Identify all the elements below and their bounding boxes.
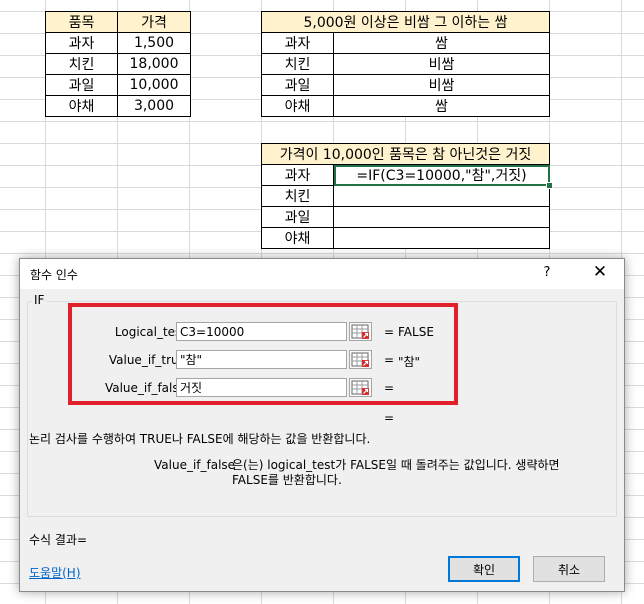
header-price[interactable]: 가격 (117, 11, 191, 33)
highlight-box (68, 303, 458, 405)
dialog-title: 함수 인수 (30, 268, 78, 282)
active-formula-cell[interactable]: =IF(C3=10000,"참",거짓) (333, 164, 554, 190)
cell-result[interactable] (333, 206, 550, 228)
function-description: 논리 검사를 수행하여 TRUE나 FALSE에 해당하는 값을 반환합니다. (29, 432, 371, 446)
argument-description-text: 은(는) logical_test가 FALSE일 때 돌려주는 값입니다. 생… (232, 458, 560, 487)
table-row: 야채 쌈 (261, 95, 550, 117)
ok-button[interactable]: 확인 (448, 556, 520, 582)
cell-item[interactable]: 과자 (261, 32, 334, 54)
dialog-titlebar[interactable]: 함수 인수 ? ✕ (20, 259, 624, 289)
cell-item[interactable]: 과일 (261, 74, 334, 96)
formula-result: 수식 결과= (29, 533, 88, 547)
cell-item[interactable]: 과일 (45, 74, 118, 96)
cell-price[interactable]: 3,000 (117, 95, 191, 117)
table-row: 과자 쌈 (261, 32, 550, 54)
expensive-cheap-table: 5,000원 이상은 비쌈 그 이하는 쌈 과자 쌈 치킨 비쌈 과일 비쌈 야… (261, 11, 550, 117)
table-title[interactable]: 5,000원 이상은 비쌈 그 이하는 쌈 (261, 11, 550, 33)
cell-item[interactable]: 야채 (261, 227, 334, 249)
table-title[interactable]: 가격이 10,000인 품목은 참 아닌것은 거짓 (261, 143, 550, 165)
table-title-row: 5,000원 이상은 비쌈 그 이하는 쌈 (261, 11, 550, 33)
cell-price[interactable]: 18,000 (117, 53, 191, 75)
cell-item[interactable]: 과자 (261, 164, 334, 186)
table-row: 치킨 비쌈 (261, 53, 550, 75)
table-header-row: 품목 가격 (45, 11, 191, 33)
function-name-label: IF (32, 293, 47, 307)
cell-result[interactable]: 쌈 (333, 32, 550, 54)
cell-item[interactable]: 야채 (261, 95, 334, 117)
cell-result[interactable]: 쌈 (333, 95, 550, 117)
cell-result[interactable] (333, 185, 550, 207)
help-link[interactable]: 도움말(H) (29, 564, 81, 581)
table-row: 과일 10,000 (45, 74, 191, 96)
close-icon[interactable]: ✕ (590, 262, 610, 282)
true-false-table: 가격이 10,000인 품목은 참 아닌것은 거짓 과자 =IF(C3=1000… (261, 143, 554, 249)
function-arguments-dialog: 함수 인수 ? ✕ IF Logical_test = FALSE Value_… (19, 258, 625, 592)
argument-description-name: Value_if_false (154, 458, 236, 472)
header-item[interactable]: 품목 (45, 11, 118, 33)
cell-result[interactable] (333, 227, 550, 249)
table-title-row: 가격이 10,000인 품목은 참 아닌것은 거짓 (261, 143, 550, 165)
help-icon[interactable]: ? (540, 265, 554, 280)
overall-equals-sign: = (384, 411, 395, 425)
table-row: 과자 =IF(C3=10000,"참",거짓) (261, 164, 554, 190)
table-row: 치킨 18,000 (45, 53, 191, 75)
cell-item[interactable]: 치킨 (261, 185, 334, 207)
cell-item[interactable]: 야채 (45, 95, 118, 117)
price-table: 품목 가격 과자 1,500 치킨 18,000 과일 10,000 야채 3,… (45, 11, 191, 117)
table-row: 치킨 (261, 185, 550, 207)
table-row: 과자 1,500 (45, 32, 191, 54)
cell-item[interactable]: 과일 (261, 206, 334, 228)
cell-result[interactable]: 비쌈 (333, 53, 550, 75)
cell-item[interactable]: 치킨 (261, 53, 334, 75)
cell-result[interactable]: 비쌈 (333, 74, 550, 96)
table-row: 야채 (261, 227, 550, 249)
table-row: 과일 비쌈 (261, 74, 550, 96)
cell-item[interactable]: 치킨 (45, 53, 118, 75)
table-row: 야채 3,000 (45, 95, 191, 117)
cell-item[interactable]: 과자 (45, 32, 118, 54)
cell-price[interactable]: 10,000 (117, 74, 191, 96)
cell-price[interactable]: 1,500 (117, 32, 191, 54)
table-row: 과일 (261, 206, 550, 228)
cancel-button[interactable]: 취소 (533, 556, 605, 582)
